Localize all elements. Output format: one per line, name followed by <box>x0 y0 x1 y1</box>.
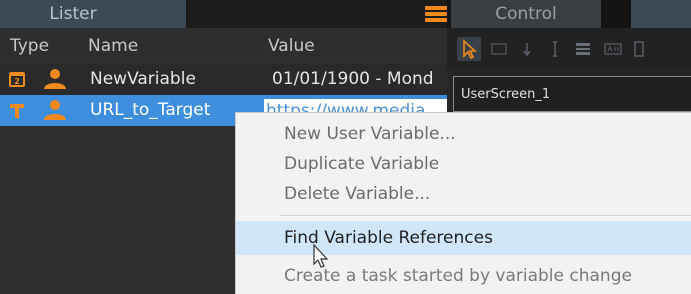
lister-tab[interactable]: Lister <box>0 0 186 28</box>
user-screen[interactable]: UserScreen_1 <box>453 76 691 112</box>
control-toolbar <box>447 28 691 70</box>
control-tab[interactable]: Control <box>451 0 601 28</box>
text-cursor-icon[interactable] <box>543 37 567 61</box>
column-headers: Type Name Value <box>0 30 447 62</box>
user-icon <box>44 100 66 120</box>
menu-item-find-variable-references[interactable]: Find Variable References <box>236 221 691 255</box>
menu-item-duplicate-variable[interactable]: Duplicate Variable <box>236 149 691 179</box>
screen-label: UserScreen_1 <box>461 87 551 102</box>
text-variable-icon <box>10 104 24 118</box>
table-row[interactable]: 2 NewVariable 01/01/1900 - Mond <box>0 64 447 95</box>
svg-text:2: 2 <box>14 77 20 86</box>
more-icon[interactable] <box>629 37 653 61</box>
hamburger-icon[interactable] <box>425 6 447 22</box>
menu-item-new-user-variable[interactable]: New User Variable... <box>236 119 691 149</box>
menu-item-delete-variable[interactable]: Delete Variable... <box>236 179 691 209</box>
variable-name: NewVariable <box>90 69 196 89</box>
control-header: Control <box>447 0 691 28</box>
pointer-icon[interactable] <box>457 37 481 61</box>
arrow-down-icon[interactable] <box>515 37 539 61</box>
label-icon[interactable] <box>601 37 625 61</box>
control-tab-extra[interactable] <box>631 0 691 28</box>
rectangle-icon[interactable] <box>487 37 511 61</box>
list-icon[interactable] <box>571 37 595 61</box>
date-variable-icon: 2 <box>9 72 25 87</box>
variable-value: 01/01/1900 - Mond <box>272 69 434 89</box>
menu-item-create-task[interactable]: Create a task started by variable change <box>236 261 691 291</box>
user-icon <box>44 69 66 89</box>
context-menu: New User Variable... Duplicate Variable … <box>235 112 691 294</box>
column-header-name[interactable]: Name <box>88 30 138 62</box>
lister-header: Lister <box>0 0 447 28</box>
menu-separator <box>280 215 691 216</box>
column-header-type[interactable]: Type <box>10 30 49 62</box>
column-header-value[interactable]: Value <box>268 30 315 62</box>
